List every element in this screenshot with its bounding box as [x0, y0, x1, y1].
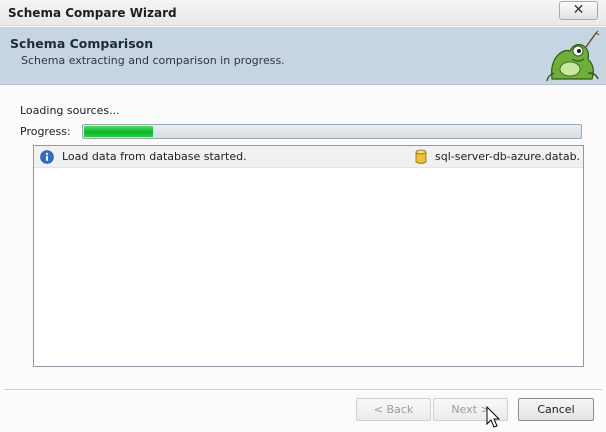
progress-bar-fill: [84, 126, 153, 137]
log-list[interactable]: Load data from database started. sql-ser…: [33, 145, 584, 367]
wizard-header: Schema Comparison Schema extracting and …: [0, 27, 606, 85]
page-title: Schema Comparison: [10, 36, 154, 51]
loading-status-text: Loading sources...: [20, 104, 120, 117]
wizard-window: Schema Compare Wizard ✕ Schema Compariso…: [0, 0, 606, 432]
log-entry[interactable]: Load data from database started. sql-ser…: [34, 146, 583, 168]
info-icon: [40, 150, 54, 164]
back-button[interactable]: < Back: [356, 398, 431, 421]
window-title: Schema Compare Wizard: [8, 6, 177, 20]
cancel-button[interactable]: Cancel: [518, 398, 594, 421]
title-bar: Schema Compare Wizard ✕: [0, 0, 606, 26]
log-source: sql-server-db-azure.datab...: [435, 150, 580, 163]
close-icon: ✕: [572, 2, 585, 18]
progress-bar: [82, 124, 582, 139]
progress-label: Progress:: [20, 125, 71, 138]
mouse-cursor-icon: [486, 406, 501, 428]
close-button[interactable]: ✕: [559, 1, 598, 20]
frog-mascot-icon: [546, 30, 600, 82]
footer-divider: [4, 389, 602, 391]
page-subtitle: Schema extracting and comparison in prog…: [21, 54, 285, 67]
database-icon: [415, 149, 427, 164]
log-message: Load data from database started.: [62, 150, 247, 163]
